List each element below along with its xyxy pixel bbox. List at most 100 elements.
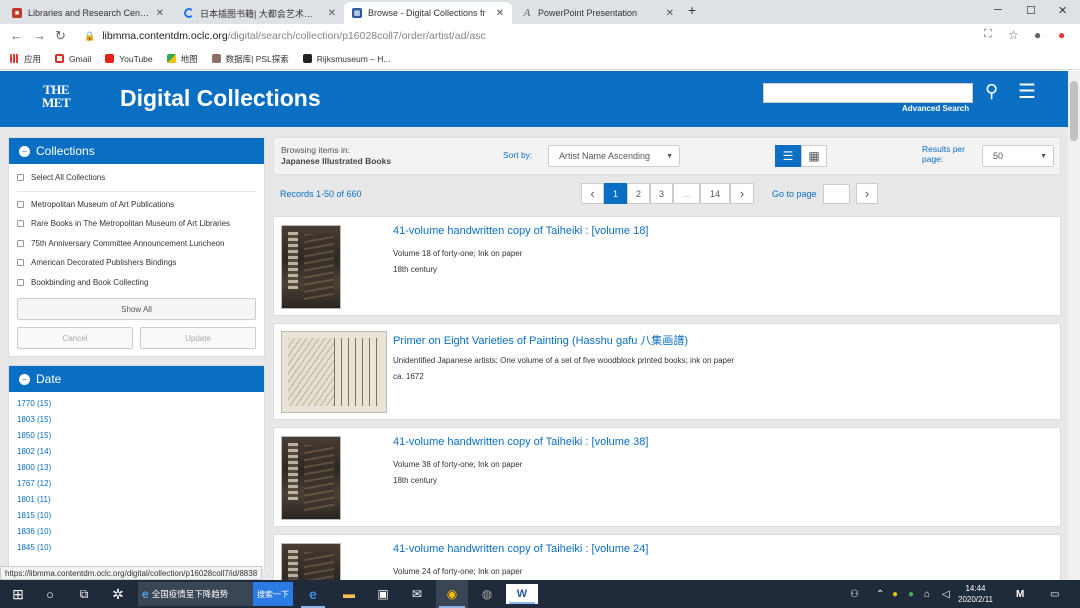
advanced-search-link[interactable]: Advanced Search <box>902 104 969 113</box>
result-title-link[interactable]: 41-volume handwritten copy of Taiheiki :… <box>393 543 648 555</box>
notification-icon[interactable]: ▭ <box>1050 580 1059 608</box>
date-facet-link[interactable]: 1850 (15) <box>9 427 264 443</box>
date-facet-link[interactable]: 1845 (10) <box>9 539 264 555</box>
collection-item[interactable]: Metropolitan Museum of Art Publications <box>9 195 264 215</box>
taskbar-search-widget[interactable]: e 全国疫情呈下降趋势 搜索一下 <box>138 582 293 606</box>
grid-view-icon[interactable]: ▦ <box>801 145 827 167</box>
close-icon[interactable]: ✕ <box>156 8 164 19</box>
page-3-button[interactable]: 3 <box>650 183 673 204</box>
people-icon[interactable]: ⚇ <box>850 580 859 608</box>
met-logo[interactable]: THE MET <box>42 83 71 109</box>
checkbox[interactable] <box>17 259 24 267</box>
checkbox[interactable] <box>17 200 24 208</box>
checkbox[interactable] <box>17 174 24 182</box>
store-icon[interactable]: ▣ <box>368 580 398 608</box>
network-icon[interactable]: ⌂ <box>924 580 930 608</box>
taskbar-clock[interactable]: 14:44 2020/2/11 <box>958 583 993 605</box>
search-circle-icon[interactable]: ○ <box>38 580 62 608</box>
minimize-button[interactable]: ─ <box>994 4 1002 16</box>
bookmark-maps[interactable]: 地图 <box>166 53 198 65</box>
close-icon[interactable]: ✕ <box>496 8 504 19</box>
word-icon[interactable]: W <box>506 584 538 604</box>
tab-libraries[interactable]: ■ Libraries and Research Center ✕ <box>4 2 172 24</box>
update-button[interactable]: Update <box>140 327 256 349</box>
site-title[interactable]: Digital Collections <box>120 85 321 112</box>
new-tab-button[interactable]: + <box>688 2 696 18</box>
windows-start-icon[interactable]: ⊞ <box>6 580 30 608</box>
result-thumbnail[interactable] <box>281 543 341 580</box>
result-thumbnail[interactable] <box>281 225 341 309</box>
date-facet-link[interactable]: 1815 (10) <box>9 507 264 523</box>
result-card[interactable]: 41-volume handwritten copy of Taiheiki :… <box>273 534 1061 580</box>
checkbox[interactable] <box>17 278 24 286</box>
app-disc-icon[interactable]: ◍ <box>472 580 502 608</box>
bookmark-psl[interactable]: 数据库| PSL探索 <box>211 53 289 65</box>
page-scrollbar[interactable] <box>1068 71 1080 580</box>
date-facet-link[interactable]: 1801 (11) <box>9 491 264 507</box>
show-all-button[interactable]: Show All <box>17 298 256 320</box>
search-icon[interactable]: ⚲ <box>985 81 998 102</box>
next-page-button[interactable]: › <box>730 183 754 204</box>
close-icon[interactable]: ✕ <box>328 8 336 19</box>
date-facet-link[interactable]: 1836 (10) <box>9 523 264 539</box>
collection-item[interactable]: 75th Anniversary Committee Announcement … <box>9 234 264 254</box>
reload-icon[interactable]: ↻ <box>55 28 66 44</box>
result-thumbnail[interactable] <box>281 331 387 413</box>
checkbox[interactable] <box>17 239 24 247</box>
page-14-button[interactable]: 14 <box>700 183 730 204</box>
date-facet-link[interactable]: 1770 (15) <box>9 395 264 411</box>
hamburger-menu-icon[interactable]: ☰ <box>1018 79 1036 104</box>
select-all-collections[interactable]: Select All Collections <box>9 168 264 188</box>
close-icon[interactable]: ✕ <box>666 8 674 19</box>
bookmark-gmail[interactable]: Gmail <box>55 54 91 64</box>
back-arrow-icon[interactable]: ← <box>10 28 23 43</box>
star-bookmark-icon[interactable]: ☆ <box>1008 28 1019 42</box>
volume-icon[interactable]: ◁ <box>942 580 950 608</box>
forward-arrow-icon[interactable]: → <box>33 28 46 43</box>
extension-icon[interactable]: ● <box>1058 28 1065 42</box>
tab-browse-digital-collections[interactable]: ▦ Browse - Digital Collections fr ✕ <box>344 2 512 24</box>
collection-item[interactable]: Bookbinding and Book Collecting <box>9 273 264 293</box>
bookmark-apps[interactable]: 应用 <box>10 53 41 65</box>
result-thumbnail[interactable] <box>281 436 341 520</box>
collection-item[interactable]: American Decorated Publishers Bindings <box>9 253 264 273</box>
result-title-link[interactable]: 41-volume handwritten copy of Taiheiki :… <box>393 225 648 237</box>
bookmark-rijksmuseum[interactable]: Rijksmuseum – H... <box>302 54 390 64</box>
checkbox[interactable] <box>17 220 24 228</box>
date-panel-header[interactable]: − Date <box>9 366 264 392</box>
chrome-icon[interactable]: ◉ <box>436 580 468 608</box>
result-title-link[interactable]: Primer on Eight Varieties of Painting (H… <box>393 332 688 348</box>
bookmark-youtube[interactable]: YouTube <box>105 54 153 64</box>
sort-select[interactable]: Artist Name Ascending ▼ <box>548 145 680 167</box>
result-card[interactable]: Primer on Eight Varieties of Painting (H… <box>273 323 1061 420</box>
task-view-icon[interactable]: ⧉ <box>72 580 96 608</box>
account-icon[interactable]: ● <box>1034 28 1041 42</box>
date-facet-link[interactable]: 1800 (13) <box>9 459 264 475</box>
mail-icon[interactable]: ✉ <box>402 580 432 608</box>
date-facet-link[interactable]: 1803 (15) <box>9 411 264 427</box>
tab-japanese-books-cn[interactable]: 日本插图书籍| 大都会艺术博物馆 ✕ <box>176 2 344 24</box>
tab-powerpoint[interactable]: A PowerPoint Presentation ✕ <box>514 2 682 24</box>
search-input[interactable] <box>763 83 973 103</box>
goto-page-input[interactable] <box>823 184 850 204</box>
goto-page-button[interactable]: › <box>856 183 878 204</box>
pinwheel-app-icon[interactable]: ✲ <box>106 580 130 608</box>
prev-page-button[interactable]: ‹ <box>581 183 604 204</box>
address-bar[interactable]: 🔒 libmma.contentdm.oclc.org/digital/sear… <box>80 27 980 45</box>
maximize-button[interactable]: ☐ <box>1026 4 1036 17</box>
result-card[interactable]: 41-volume handwritten copy of Taiheiki :… <box>273 427 1061 527</box>
cancel-button[interactable]: Cancel <box>17 327 133 349</box>
result-title-link[interactable]: 41-volume handwritten copy of Taiheiki :… <box>393 436 648 448</box>
scrollbar-thumb[interactable] <box>1070 81 1078 141</box>
collections-panel-header[interactable]: − Collections <box>9 138 264 164</box>
edge-icon[interactable]: e <box>298 580 328 608</box>
collection-item[interactable]: Rare Books in The Metropolitan Museum of… <box>9 214 264 234</box>
widget-search-button[interactable]: 搜索一下 <box>253 582 293 606</box>
tray-app-icon[interactable]: ● <box>892 580 898 608</box>
results-per-page-select[interactable]: 50 ▼ <box>982 145 1054 167</box>
translate-icon[interactable]: ⛶ <box>984 28 992 41</box>
input-method-icon[interactable]: M <box>1016 580 1024 608</box>
date-facet-link[interactable]: 1767 (12) <box>9 475 264 491</box>
tray-chevron-up-icon[interactable]: ⌃ <box>876 580 884 608</box>
file-explorer-icon[interactable]: ▬ <box>334 580 364 608</box>
